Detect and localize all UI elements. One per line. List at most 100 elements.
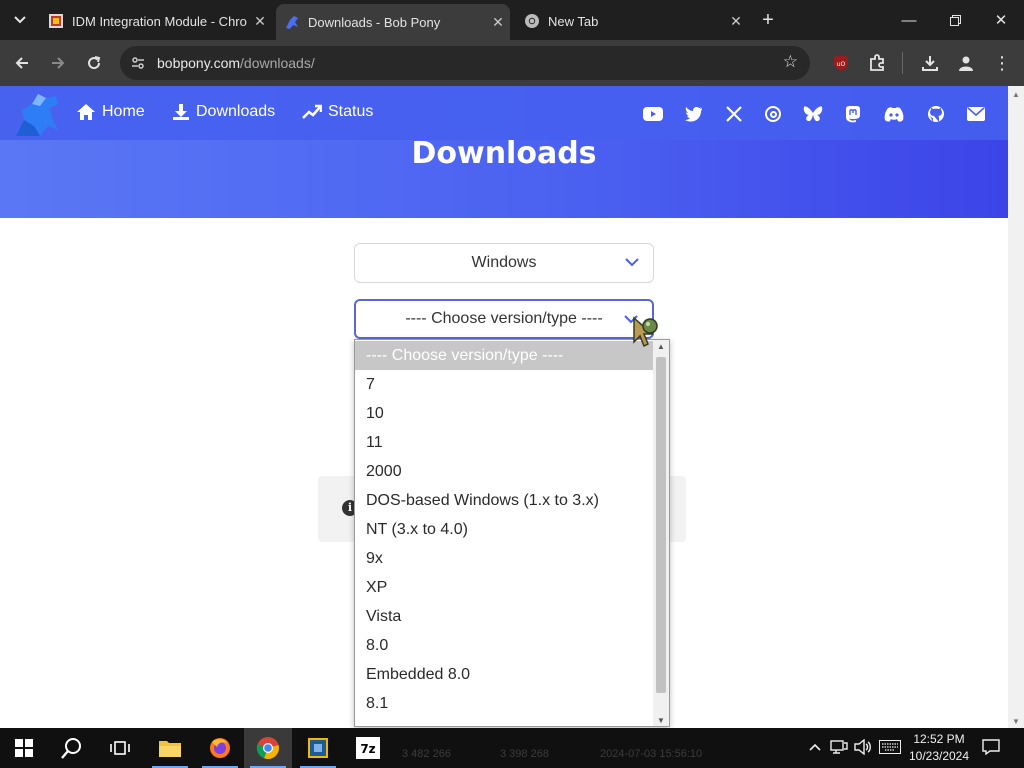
virtualbox-icon[interactable] bbox=[294, 728, 342, 768]
tab-new-tab[interactable]: New Tab ✕ bbox=[516, 6, 748, 36]
svg-text:uO: uO bbox=[837, 61, 846, 68]
os-select[interactable]: Windows bbox=[354, 243, 654, 283]
home-icon bbox=[77, 104, 95, 120]
scroll-up-arrow-icon[interactable]: ▲ bbox=[1012, 90, 1020, 99]
mastodon-icon[interactable] bbox=[843, 104, 863, 124]
bookmark-star-icon[interactable]: ☆ bbox=[783, 52, 798, 72]
version-select-value: ---- Choose version/type ---- bbox=[405, 310, 603, 327]
dropdown-scrollbar[interactable]: ▲ ▼ bbox=[653, 340, 669, 726]
scroll-down-arrow-icon[interactable]: ▼ bbox=[657, 716, 665, 725]
url-domain: bobpony.com bbox=[157, 55, 241, 71]
chrome-icon bbox=[524, 13, 540, 29]
address-bar[interactable]: bobpony.com/downloads/ ☆ bbox=[120, 46, 810, 80]
tab-idm[interactable]: IDM Integration Module - Chro ✕ bbox=[40, 6, 272, 36]
close-window-icon[interactable]: ✕ bbox=[978, 0, 1024, 40]
trend-icon bbox=[302, 104, 322, 119]
taskbar-ghost-text: 3 482 266 bbox=[402, 748, 451, 760]
keyboard-icon[interactable] bbox=[878, 738, 902, 756]
chevron-down-icon bbox=[625, 255, 639, 274]
7zip-icon[interactable]: 7z bbox=[344, 728, 392, 768]
os-select-value: Windows bbox=[471, 254, 537, 271]
dropdown-option[interactable]: XP bbox=[355, 573, 654, 602]
tab-search-chevron-icon[interactable] bbox=[8, 8, 32, 32]
twitter-icon[interactable] bbox=[684, 104, 704, 124]
x-icon[interactable] bbox=[724, 104, 744, 124]
dropdown-option[interactable]: ---- Choose version/type ---- bbox=[355, 341, 654, 370]
dropdown-scroll-thumb[interactable] bbox=[656, 357, 666, 693]
dropdown-option[interactable]: 8.1 bbox=[355, 689, 654, 718]
profile-avatar-icon[interactable] bbox=[954, 51, 978, 75]
firefox-icon[interactable] bbox=[196, 728, 244, 768]
dropdown-option[interactable]: Vista bbox=[355, 602, 654, 631]
search-icon[interactable] bbox=[48, 728, 96, 768]
version-select[interactable]: ---- Choose version/type ---- bbox=[354, 299, 654, 339]
svg-text:7z: 7z bbox=[360, 742, 375, 756]
page-scrollbar[interactable]: ▲ ▼ bbox=[1008, 86, 1024, 728]
url-path: /downloads/ bbox=[240, 55, 315, 71]
dropdown-option[interactable]: NT (3.x to 4.0) bbox=[355, 515, 654, 544]
restore-icon[interactable] bbox=[932, 0, 978, 40]
mouse-cursor-icon bbox=[630, 314, 662, 348]
minimize-icon[interactable]: — bbox=[886, 0, 932, 40]
back-icon[interactable] bbox=[8, 49, 36, 77]
nav-status-label: Status bbox=[328, 103, 374, 120]
forward-icon[interactable] bbox=[44, 49, 72, 77]
browser-toolbar: bobpony.com/downloads/ ☆ uO ⋮ bbox=[0, 40, 1024, 86]
idm-icon bbox=[48, 13, 64, 29]
site-navbar: Home Downloads Status bbox=[0, 86, 1008, 140]
downloads-icon[interactable] bbox=[918, 51, 942, 75]
nav-home-label: Home bbox=[102, 103, 145, 120]
nav-downloads[interactable]: Downloads bbox=[172, 103, 275, 121]
tray-overflow-chevron-icon[interactable] bbox=[806, 738, 824, 756]
extensions-puzzle-icon[interactable] bbox=[865, 51, 889, 75]
dropdown-option[interactable]: DOS-based Windows (1.x to 3.x) bbox=[355, 486, 654, 515]
bluesky-icon[interactable] bbox=[803, 104, 823, 124]
url-text: bobpony.com/downloads/ bbox=[157, 55, 315, 71]
dropdown-option[interactable]: Embedded 8.0 bbox=[355, 660, 654, 689]
taskbar-ghost-text: 2024-07-03 15:56:10 bbox=[600, 748, 703, 760]
system-clock[interactable]: 12:52 PM 10/23/2024 bbox=[900, 731, 978, 765]
tab-downloads[interactable]: Downloads - Bob Pony ✕ bbox=[276, 4, 510, 40]
reload-icon[interactable] bbox=[80, 49, 108, 77]
dropdown-option[interactable]: 11 bbox=[355, 428, 654, 457]
nav-downloads-label: Downloads bbox=[196, 103, 276, 120]
site-info-icon[interactable] bbox=[130, 55, 146, 71]
nav-status[interactable]: Status bbox=[302, 103, 373, 121]
dropdown-option[interactable]: 8.0 bbox=[355, 631, 654, 660]
close-tab-icon[interactable]: ✕ bbox=[248, 13, 272, 30]
dropdown-option[interactable]: 7 bbox=[355, 370, 654, 399]
dropdown-option[interactable]: 9x bbox=[355, 544, 654, 573]
new-tab-icon[interactable]: + bbox=[756, 8, 780, 32]
clock-date: 10/23/2024 bbox=[908, 749, 970, 763]
chrome-icon[interactable] bbox=[244, 728, 292, 768]
toolbar-divider bbox=[902, 52, 903, 74]
dropdown-option[interactable]: 2000 bbox=[355, 457, 654, 486]
dropdown-option[interactable]: 10 bbox=[355, 399, 654, 428]
github-icon[interactable] bbox=[926, 104, 946, 124]
network-icon[interactable] bbox=[830, 738, 848, 756]
youtube-icon[interactable] bbox=[643, 104, 663, 124]
chrome-menu-icon[interactable]: ⋮ bbox=[990, 51, 1014, 75]
tab-title: Downloads - Bob Pony bbox=[308, 14, 441, 30]
ublock-icon[interactable]: uO bbox=[829, 51, 853, 75]
notification-center-icon[interactable] bbox=[982, 738, 1000, 756]
browser-tabstrip: IDM Integration Module - Chro ✕ Download… bbox=[0, 0, 1024, 40]
threads-icon[interactable] bbox=[763, 104, 783, 124]
scroll-down-arrow-icon[interactable]: ▼ bbox=[1012, 717, 1020, 726]
page-title: Downloads bbox=[411, 136, 597, 171]
close-tab-icon[interactable]: ✕ bbox=[724, 13, 748, 30]
nav-home[interactable]: Home bbox=[76, 103, 145, 121]
volume-icon[interactable] bbox=[854, 738, 872, 756]
tab-title: New Tab bbox=[548, 13, 599, 29]
start-icon[interactable] bbox=[0, 728, 48, 768]
taskbar-ghost-text: 3 398 268 bbox=[500, 748, 549, 760]
version-dropdown-list: ---- Choose version/type ---- 7 10 11 20… bbox=[354, 339, 670, 727]
site-logo[interactable] bbox=[12, 90, 64, 140]
discord-icon[interactable] bbox=[884, 104, 904, 124]
task-view-icon[interactable] bbox=[96, 728, 144, 768]
file-explorer-icon[interactable] bbox=[146, 728, 194, 768]
download-icon bbox=[173, 104, 189, 120]
mail-icon[interactable] bbox=[966, 104, 986, 124]
close-tab-icon[interactable]: ✕ bbox=[486, 14, 510, 31]
clock-time: 12:52 PM bbox=[913, 732, 965, 746]
